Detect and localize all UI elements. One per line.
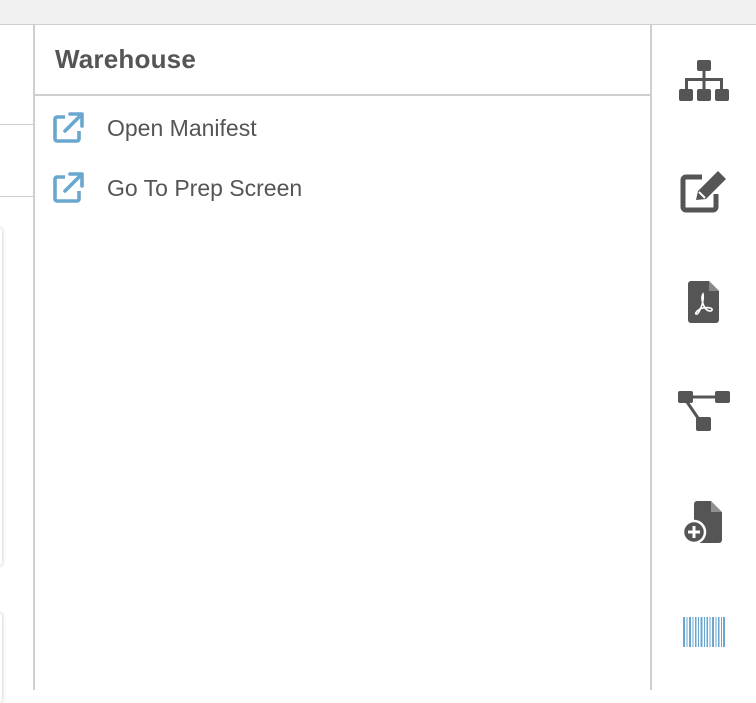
card-edge [0,228,2,566]
sitemap-icon [679,60,729,101]
barcode-button[interactable] [652,602,756,662]
menu-item-label: Open Manifest [107,114,257,141]
edit-button[interactable] [652,162,756,222]
panel-header: Warehouse [35,25,650,96]
warehouse-panel: Warehouse Open Manifest Go To Prep Scree… [35,25,650,690]
divider [0,124,33,125]
workflow-button[interactable] [652,381,756,441]
sitemap-button[interactable] [652,51,756,111]
menu-item-go-to-prep-screen[interactable]: Go To Prep Screen [35,158,650,218]
top-bar [0,0,756,25]
add-document-icon [682,501,722,545]
workflow-icon [678,391,730,431]
barcode-icon [683,617,725,647]
panel-title: Warehouse [55,44,196,74]
external-link-icon [53,112,84,143]
edit-icon [680,171,726,213]
divider [0,196,33,197]
menu-item-label: Go To Prep Screen [107,174,303,201]
pdf-button[interactable] [652,272,756,332]
warehouse-menu: Open Manifest Go To Prep Screen [35,96,650,218]
external-link-icon [53,172,84,203]
pdf-file-icon [688,281,719,323]
add-document-button[interactable] [652,493,756,553]
right-toolbar [650,25,756,690]
menu-item-open-manifest[interactable]: Open Manifest [35,96,650,158]
left-panel-edge [0,25,35,703]
